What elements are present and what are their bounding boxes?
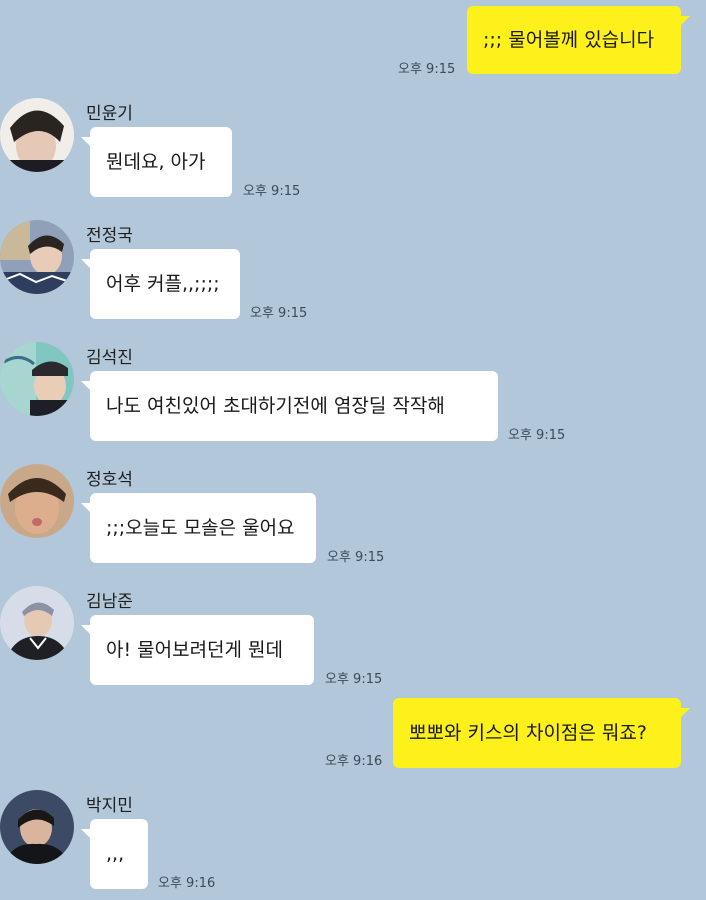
message-time: 오후 9:15 (398, 62, 456, 77)
message-time: 오후 9:16 (158, 876, 216, 891)
message-time: 오후 9:15 (250, 306, 308, 321)
profile-avatar[interactable] (0, 586, 74, 660)
message-time: 오후 9:15 (243, 184, 301, 199)
message-time: 오후 9:15 (327, 550, 385, 565)
my-message-bubble[interactable]: ;;; 물어볼께 있습니다 (467, 6, 690, 74)
sender-name: 박지민 (86, 796, 133, 816)
sender-name: 김석진 (86, 348, 133, 368)
friend-message-bubble[interactable]: 어후 커플,,;;;; (81, 249, 240, 319)
sender-name: 민윤기 (86, 104, 133, 124)
message-text: 아! 물어보려던게 뭔데 (106, 638, 284, 661)
message-time: 오후 9:15 (508, 428, 566, 443)
message-text: 뭔데요, 아가 (106, 150, 206, 173)
message-text: 뽀뽀와 키스의 차이점은 뭐죠? (409, 721, 647, 744)
profile-avatar[interactable] (0, 342, 74, 416)
friend-message-bubble[interactable]: ;;;오늘도 모솔은 울어요 (81, 493, 316, 563)
my-message-bubble[interactable]: 뽀뽀와 키스의 차이점은 뭐죠? (393, 698, 690, 768)
sender-name: 정호석 (86, 470, 133, 490)
friend-message-bubble[interactable]: 나도 여친있어 초대하기전에 염장딜 작작해 (81, 371, 498, 441)
message-text: ;;;오늘도 모솔은 울어요 (106, 516, 295, 539)
sender-name: 김남준 (86, 592, 133, 612)
message-text: ;;; 물어볼께 있습니다 (483, 28, 655, 51)
message-text: ,,, (106, 842, 125, 865)
message-time: 오후 9:16 (325, 754, 383, 769)
message-time: 오후 9:15 (325, 672, 383, 687)
profile-avatar[interactable] (0, 98, 74, 172)
profile-avatar[interactable] (0, 790, 74, 864)
message-text: 나도 여친있어 초대하기전에 염장딜 작작해 (106, 394, 445, 417)
profile-avatar[interactable] (0, 464, 74, 538)
friend-message-bubble[interactable]: 뭔데요, 아가 (81, 127, 232, 197)
message-text: 어후 커플,,;;;; (106, 272, 220, 295)
friend-message-bubble[interactable]: 아! 물어보려던게 뭔데 (81, 615, 314, 685)
chat-room[interactable]: ;;; 물어볼께 있습니다 오후 9:15 민윤기 뭔데요, 아가 오후 9:1… (0, 0, 706, 900)
profile-avatar[interactable] (0, 220, 74, 294)
sender-name: 전정국 (86, 226, 133, 246)
friend-message-bubble[interactable]: ,,, (81, 819, 148, 889)
